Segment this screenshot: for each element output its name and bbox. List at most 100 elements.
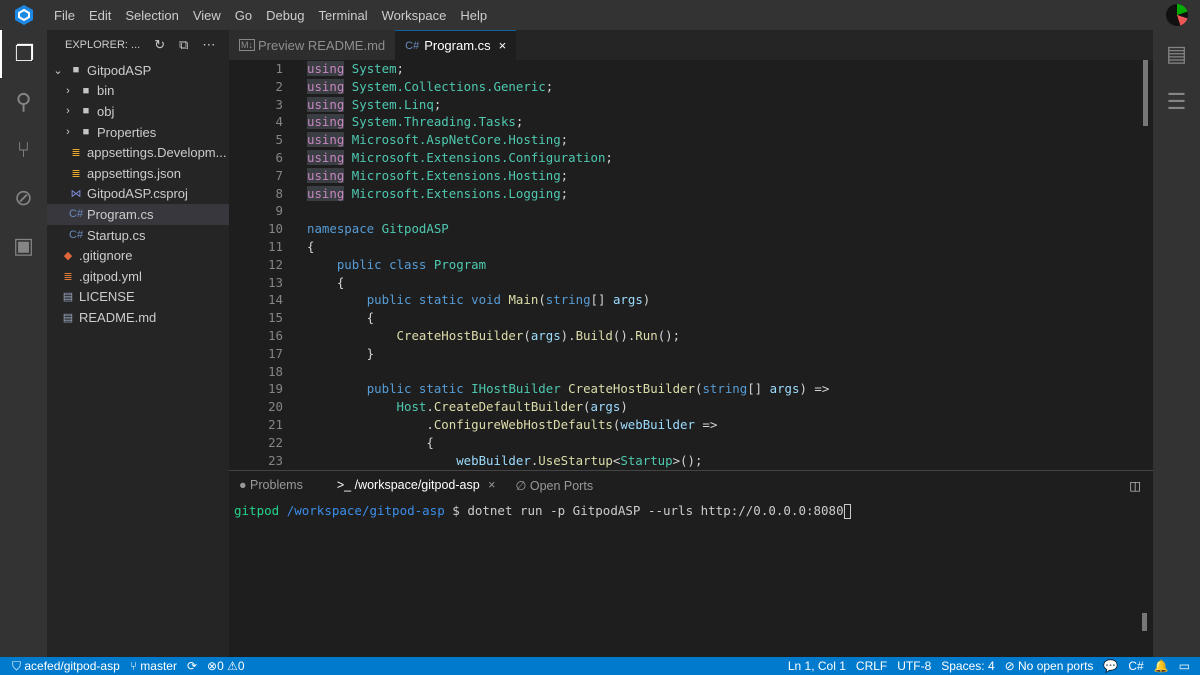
terminal[interactable]: gitpod /workspace/gitpod-asp $ dotnet ru… bbox=[229, 499, 1153, 523]
code-token: IHostBuilder bbox=[471, 381, 561, 397]
tab-problems[interactable]: ● Problems bbox=[229, 478, 313, 492]
code-token: Startup bbox=[620, 452, 673, 468]
code-line: 19 public static IHostBuilder CreateHost… bbox=[229, 380, 1153, 398]
line-number: 20 bbox=[268, 399, 283, 415]
folder-icon: ■ bbox=[82, 84, 90, 97]
indent-status[interactable]: Spaces: 4 bbox=[936, 659, 999, 673]
code-token: ; bbox=[433, 96, 442, 112]
tree-item[interactable]: ▤ README.md bbox=[47, 307, 229, 328]
tab-terminal[interactable]: >_ /workspace/gitpod-asp × bbox=[327, 478, 506, 492]
refresh-icon[interactable]: ↻ bbox=[154, 37, 165, 53]
repo-status[interactable]: ⛉ acefed/gitpod-asp bbox=[0, 659, 125, 674]
csharp-icon: C# bbox=[69, 229, 84, 242]
tree-item[interactable]: › ■ Properties bbox=[47, 122, 229, 143]
close-terminal-icon[interactable]: × bbox=[488, 478, 495, 492]
tab-program-cs[interactable]: C# Program.cs × bbox=[395, 30, 517, 60]
code-token: Microsoft.Extensions.Logging bbox=[351, 185, 561, 201]
bottom-panel: ● Problems >_ /workspace/gitpod-asp × ∅ … bbox=[229, 470, 1153, 657]
menu-edit[interactable]: Edit bbox=[82, 8, 118, 23]
sync-icon[interactable]: ⟳ bbox=[182, 659, 202, 673]
tree-item[interactable]: ≣ appsettings.Developm... bbox=[47, 142, 229, 163]
close-tab-icon[interactable]: × bbox=[499, 38, 507, 53]
tree-item[interactable]: › ■ bin bbox=[47, 81, 229, 102]
text-file-icon: ▤ bbox=[62, 311, 74, 324]
code-token: GitpodASP bbox=[381, 221, 449, 237]
line-number: 14 bbox=[268, 292, 283, 308]
layout-icon[interactable]: ▭ bbox=[1174, 659, 1200, 673]
encoding-status[interactable]: UTF-8 bbox=[892, 659, 936, 673]
gitpod-logo-icon[interactable] bbox=[0, 0, 47, 30]
menu-go[interactable]: Go bbox=[228, 8, 259, 23]
chevron-down-icon[interactable]: ⌄ bbox=[51, 64, 65, 77]
code-token: static bbox=[418, 292, 464, 308]
code-line: 8 using Microsoft.Extensions.Logging; bbox=[229, 185, 1153, 203]
menu-selection[interactable]: Selection bbox=[118, 8, 185, 23]
code-token: args bbox=[612, 292, 643, 308]
tree-item[interactable]: ◆ .gitignore bbox=[47, 245, 229, 266]
tree-item[interactable]: › ■ obj bbox=[47, 101, 229, 122]
menu-terminal[interactable]: Terminal bbox=[311, 8, 374, 23]
tree-item[interactable]: ⌄ ■ GitpodASP bbox=[47, 60, 229, 81]
code-text: { bbox=[283, 238, 314, 256]
menu-view[interactable]: View bbox=[186, 8, 228, 23]
chevron-right-icon[interactable]: › bbox=[61, 85, 75, 97]
cursor-position[interactable]: Ln 1, Col 1 bbox=[783, 659, 851, 673]
problems-status[interactable]: ⊗0 ⚠0 bbox=[202, 659, 250, 673]
maximize-panel-icon[interactable]: ◫ bbox=[1129, 478, 1153, 493]
tree-item-label: appsettings.Developm... bbox=[87, 145, 227, 161]
source-control-icon[interactable]: ⑂ bbox=[0, 126, 47, 174]
notifications-icon[interactable]: 🔔 bbox=[1149, 659, 1174, 673]
menu-file[interactable]: File bbox=[47, 8, 82, 23]
preview-icon[interactable]: ▤ bbox=[1153, 30, 1200, 78]
menu-help[interactable]: Help bbox=[453, 8, 494, 23]
collapse-all-icon[interactable]: ⧉ bbox=[179, 37, 188, 53]
ports-status[interactable]: ⊘ No open ports bbox=[1000, 659, 1099, 673]
language-status[interactable]: C# bbox=[1123, 659, 1148, 673]
tree-item[interactable]: C# Startup.cs bbox=[47, 225, 229, 246]
code-line: 6 using Microsoft.Extensions.Configuratio… bbox=[229, 149, 1153, 167]
search-icon[interactable]: ⚲ bbox=[0, 78, 47, 126]
line-number: 5 bbox=[275, 132, 283, 148]
info-icon: ● bbox=[239, 478, 247, 492]
user-avatar[interactable] bbox=[1166, 4, 1188, 26]
chevron-right-icon[interactable]: › bbox=[61, 126, 75, 138]
outline-icon[interactable]: ☰ bbox=[1153, 78, 1200, 126]
code-token: Microsoft.Extensions.Configuration bbox=[351, 149, 606, 165]
code-token: Microsoft.AspNetCore.Hosting bbox=[351, 132, 561, 148]
code-line: 7 using Microsoft.Extensions.Hosting; bbox=[229, 167, 1153, 185]
menu-debug[interactable]: Debug bbox=[259, 8, 311, 23]
tree-item[interactable]: C# Program.cs bbox=[47, 204, 229, 225]
more-actions-icon[interactable]: ⋯ bbox=[202, 37, 215, 53]
tree-item[interactable]: ≣ .gitpod.yml bbox=[47, 266, 229, 287]
terminal-scrollbar[interactable] bbox=[1142, 613, 1147, 631]
line-number: 13 bbox=[268, 274, 283, 290]
line-number: 21 bbox=[268, 416, 283, 432]
line-number: 23 bbox=[268, 452, 283, 468]
tab-preview-readme[interactable]: M↓ Preview README.md bbox=[229, 30, 396, 60]
extensions-icon[interactable]: ▣ bbox=[0, 222, 47, 270]
tree-item[interactable]: ⋈ GitpodASP.csproj bbox=[47, 184, 229, 205]
code-token: static bbox=[418, 381, 464, 397]
chevron-right-icon[interactable]: › bbox=[61, 105, 75, 117]
tree-item[interactable]: ▤ LICENSE bbox=[47, 287, 229, 308]
eol-status[interactable]: CRLF bbox=[851, 659, 892, 673]
branch-status[interactable]: ⑂ master bbox=[125, 659, 182, 673]
explorer-sidebar: EXPLORER: ... ↻ ⧉ ⋯ ⌄ ■ GitpodASP › ■ bin › ■ ob… bbox=[47, 30, 229, 657]
code-editor[interactable]: 1 using System; 2 using System.Collections.… bbox=[229, 60, 1153, 470]
code-line: 12 public class Program bbox=[229, 256, 1153, 274]
debug-icon[interactable]: ⊘ bbox=[0, 174, 47, 222]
tree-item[interactable]: ≣ appsettings.json bbox=[47, 163, 229, 184]
explorer-icon[interactable]: ❐ bbox=[0, 30, 47, 78]
editor-scrollbar[interactable] bbox=[1143, 60, 1148, 126]
tab-open-ports[interactable]: ∅ Open Ports bbox=[505, 478, 603, 493]
menu-workspace[interactable]: Workspace bbox=[375, 8, 454, 23]
feedback-icon[interactable]: 💬 bbox=[1098, 659, 1123, 673]
code-token: args bbox=[769, 381, 800, 397]
code-token: System.Linq bbox=[351, 96, 434, 112]
tree-item-label: GitpodASP.csproj bbox=[87, 186, 188, 202]
